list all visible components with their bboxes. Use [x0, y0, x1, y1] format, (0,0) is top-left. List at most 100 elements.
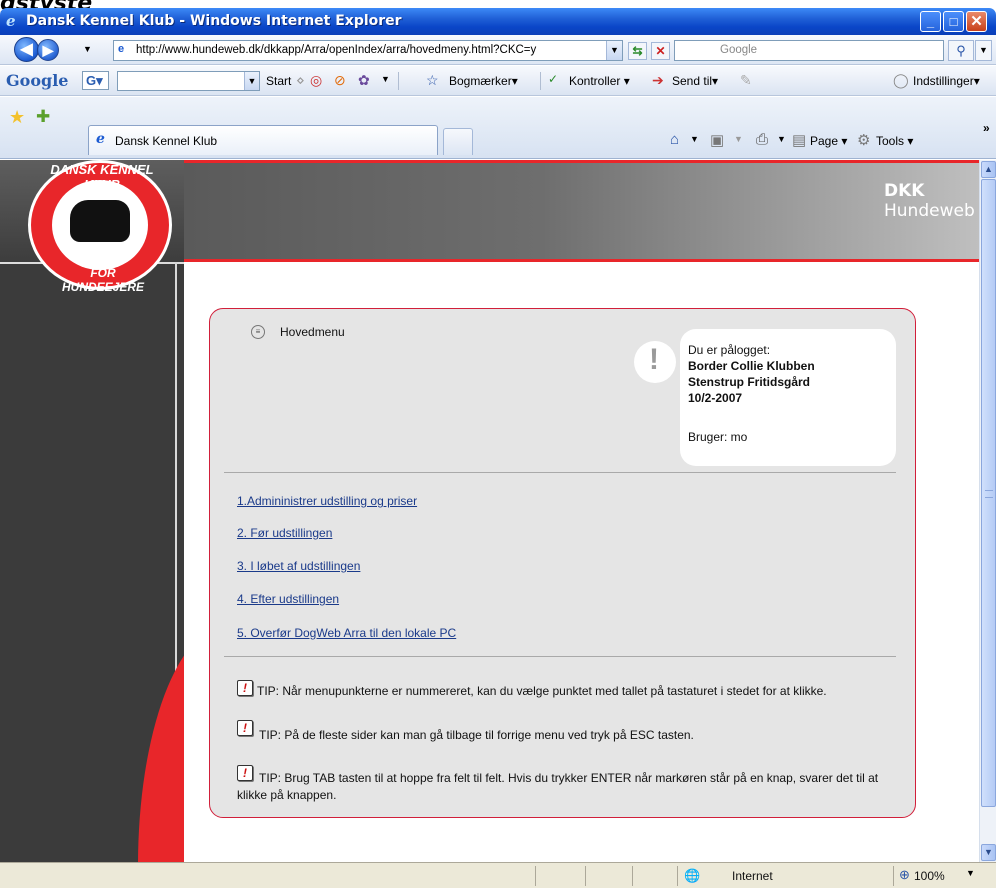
tip-text: TIP: Brug TAB tasten til at hoppe fra fe… [237, 771, 879, 802]
print-icon[interactable]: ⎙ [756, 131, 768, 148]
tools-menu-button[interactable]: Tools ▾ [876, 134, 913, 148]
menu-item-during-show[interactable]: 3. I løbet af udstillingen [237, 559, 360, 573]
maximize-button[interactable]: □ [943, 11, 964, 32]
search-icon[interactable]: ⚲ [948, 40, 974, 61]
stop-button[interactable]: ✕ [651, 42, 670, 60]
puzzle-icon[interactable]: ✿ [358, 72, 370, 89]
zoom-icon[interactable]: ⊕ [899, 867, 910, 883]
page-icon: ▤ [792, 132, 807, 149]
vertical-scrollbar[interactable]: ▲ ▼ [979, 160, 996, 862]
chevron-more-icon[interactable]: » [983, 121, 990, 135]
logo-text-bottom: FOR HUNDEEJERE [61, 266, 145, 294]
send-to-label: Send til [672, 74, 713, 88]
scroll-grip [985, 490, 993, 498]
tip-icon: ! [237, 680, 253, 696]
status-segment [893, 866, 894, 886]
logo-text-top: DANSK KENNEL KLUB [50, 162, 154, 192]
tab-bar: ★ ✚ e Dansk Kennel Klub ⌂ ▼ ▣ ▼ ⎙ ▼ ▤ Pa… [0, 97, 996, 159]
menu-title: Hovedmenu [280, 325, 345, 339]
address-field[interactable]: e http://www.hundeweb.dk/dkkapp/Arra/ope… [113, 40, 623, 61]
settings-button[interactable]: Indstillinger▾ [913, 74, 980, 88]
settings-label: Indstillinger [913, 74, 974, 88]
minimize-button[interactable]: _ [920, 11, 941, 32]
exclamation-icon: ! [649, 343, 659, 376]
status-bar: 🌐 Internet ⊕ 100% ▼ [0, 862, 996, 888]
zoom-dropdown-icon[interactable]: ▼ [966, 868, 975, 878]
address-dropdown-icon[interactable]: ▼ [606, 41, 622, 60]
address-toolbar: ◀ ▶ ▼ e http://www.hundeweb.dk/dkkapp/Ar… [0, 35, 996, 65]
menu-item-transfer[interactable]: 5. Overfør DogWeb Arra til den lokale PC [237, 626, 456, 640]
site-title-rest: Hundeweb [884, 201, 975, 221]
status-segment [632, 866, 633, 886]
recent-pages-dropdown[interactable]: ▼ [83, 44, 92, 54]
home-dropdown-icon[interactable]: ▼ [690, 134, 699, 144]
search-options-dropdown[interactable]: ▼ [975, 40, 992, 61]
close-button[interactable]: ✕ [966, 11, 987, 32]
google-search-input[interactable]: ▼ [117, 71, 260, 91]
tools-gear-icon: ⚙ [857, 132, 871, 149]
print-dropdown-icon[interactable]: ▼ [777, 134, 786, 144]
highlighter-icon[interactable]: ✎ [740, 72, 752, 89]
google-search-dropdown-icon[interactable]: ▼ [244, 72, 259, 90]
security-zone: Internet [732, 869, 773, 883]
pagerank-icon[interactable]: ⊘ [334, 72, 346, 89]
start-button[interactable]: Start [266, 74, 291, 88]
separator-arrows-icon: ⋄ [296, 72, 305, 88]
zoom-level[interactable]: 100% [914, 869, 945, 883]
google-menu-button[interactable]: G▾ [82, 71, 109, 90]
bookmark-star-icon[interactable]: ☆ [426, 72, 439, 89]
scroll-up-button[interactable]: ▲ [981, 161, 996, 178]
tools-menu-label: Tools [876, 134, 905, 148]
menu-item-after-show[interactable]: 4. Efter udstillingen [237, 592, 339, 606]
ie-page-icon: e [96, 131, 105, 147]
feeds-icon[interactable]: ▣ [710, 131, 724, 149]
globe-icon: 🌐 [684, 868, 701, 883]
bookmarks-button[interactable]: Bogmærker▾ [449, 74, 518, 88]
forward-button[interactable]: ▶ [37, 39, 59, 61]
url-text[interactable]: http://www.hundeweb.dk/dkkapp/Arra/openI… [136, 44, 536, 56]
bookmarks-label: Bogmærker [449, 74, 512, 88]
add-favorites-icon[interactable]: ✚ [36, 107, 50, 127]
window-title-bar: e Dansk Kennel Klub - Windows Internet E… [0, 8, 996, 35]
red-swoosh-decoration [138, 625, 184, 862]
google-logo: Google [6, 71, 69, 90]
status-segment [585, 866, 586, 886]
tip-icon: ! [237, 720, 253, 736]
page-menu-label: Page [810, 134, 839, 148]
puzzle-dropdown-icon[interactable]: ▼ [381, 74, 390, 84]
check-button[interactable]: Kontroller ▾ [569, 74, 630, 88]
check-label: Kontroller [569, 74, 621, 88]
settings-radio-icon[interactable]: ◯ [893, 72, 909, 89]
page-content: DKK Hundeweb DANSK KENNEL KLUB FOR HUNDE… [0, 160, 979, 862]
tab-dansk-kennel-klub[interactable]: e Dansk Kennel Klub [88, 125, 438, 155]
send-to-icon[interactable]: ➔ [652, 72, 664, 89]
toolbar-separator [398, 72, 399, 90]
send-to-button[interactable]: Send til▾ [672, 74, 718, 88]
home-icon[interactable]: ⌂ [670, 131, 679, 148]
menu-list-icon: ≡ [251, 325, 265, 339]
search-placeholder: Google [720, 44, 758, 56]
popup-blocker-icon[interactable]: ◎ [310, 72, 322, 89]
dkk-logo: DANSK KENNEL KLUB FOR HUNDEEJERE [28, 160, 176, 294]
search-input[interactable]: Google [674, 40, 944, 61]
menu-item-administer[interactable]: 1.Admininistrer udstilling og priser [237, 494, 417, 508]
login-location: Stenstrup Fritidsgård [688, 375, 811, 389]
status-segment [677, 866, 678, 886]
login-date: 10/2-2007 [688, 391, 743, 405]
main-menu-panel: ≡ Hovedmenu ! Du er pålogget: Border Col… [209, 308, 916, 818]
scottie-dog-icon [70, 200, 130, 242]
back-button[interactable]: ◀ [14, 37, 39, 62]
refresh-button[interactable]: ⇆ [628, 42, 647, 60]
scroll-down-button[interactable]: ▼ [981, 844, 996, 861]
new-tab-button[interactable] [443, 128, 473, 155]
login-heading: Du er pålogget: [688, 343, 771, 357]
site-title: DKK Hundeweb [884, 181, 979, 221]
tip-text: TIP: På de fleste sider kan man gå tilba… [259, 728, 694, 742]
scroll-thumb[interactable] [981, 179, 996, 807]
spellcheck-icon[interactable]: ✓ [548, 72, 558, 86]
favorites-star-icon[interactable]: ★ [9, 107, 25, 128]
site-title-bold: DKK [884, 181, 925, 201]
page-menu-button[interactable]: Page ▾ [810, 134, 847, 148]
feeds-dropdown-icon[interactable]: ▼ [734, 134, 743, 144]
menu-item-before-show[interactable]: 2. Før udstillingen [237, 526, 332, 540]
